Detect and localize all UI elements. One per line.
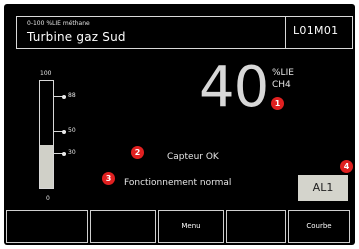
- marker-badge-3: 3: [102, 172, 115, 185]
- level-gauge: [39, 80, 54, 189]
- alarm-indicator[interactable]: AL1: [298, 175, 348, 201]
- device-name: Turbine gaz Sud: [27, 30, 126, 44]
- curve-button[interactable]: Courbe: [288, 210, 350, 243]
- function-key-bar: Menu Courbe: [6, 210, 355, 243]
- gauge-tick: [54, 94, 66, 99]
- header-panel: 0-100 %LIE méthane Turbine gaz Sud L01M0…: [16, 16, 353, 49]
- device-screen: 0-100 %LIE méthane Turbine gaz Sud L01M0…: [4, 4, 355, 245]
- device-code: L01M01: [293, 24, 339, 37]
- marker-badge-1: 1: [271, 97, 284, 110]
- function-key-4[interactable]: [226, 210, 286, 243]
- marker-badge-2: 2: [131, 146, 144, 159]
- gauge-tick: [54, 129, 66, 134]
- tick-dot: [62, 94, 66, 99]
- tick-dot: [62, 151, 66, 156]
- gas-type: CH4: [272, 80, 291, 90]
- marker-badge-4: 4: [340, 160, 353, 173]
- gauge-tick-label: 30: [68, 149, 76, 156]
- operation-status-text: Fonctionnement normal: [124, 178, 232, 188]
- function-key-1[interactable]: [6, 210, 88, 243]
- function-key-2[interactable]: [90, 210, 156, 243]
- header-title-area: 0-100 %LIE méthane Turbine gaz Sud: [17, 17, 286, 48]
- sensor-status-text: Capteur OK: [167, 152, 219, 162]
- gauge-tick-label: 88: [68, 92, 76, 99]
- gauge-tick-label: 50: [68, 127, 76, 134]
- gauge-min-label: 0: [46, 195, 50, 202]
- gauge-fill: [40, 145, 53, 188]
- measurement-range-label: 0-100 %LIE méthane: [27, 20, 90, 27]
- menu-button[interactable]: Menu: [158, 210, 224, 243]
- reading-unit: %LIE: [272, 68, 294, 78]
- gauge-tick: [54, 151, 66, 156]
- gauge-max-label: 100: [40, 70, 52, 77]
- gas-reading-value: 40: [199, 55, 269, 120]
- tick-dot: [62, 129, 66, 134]
